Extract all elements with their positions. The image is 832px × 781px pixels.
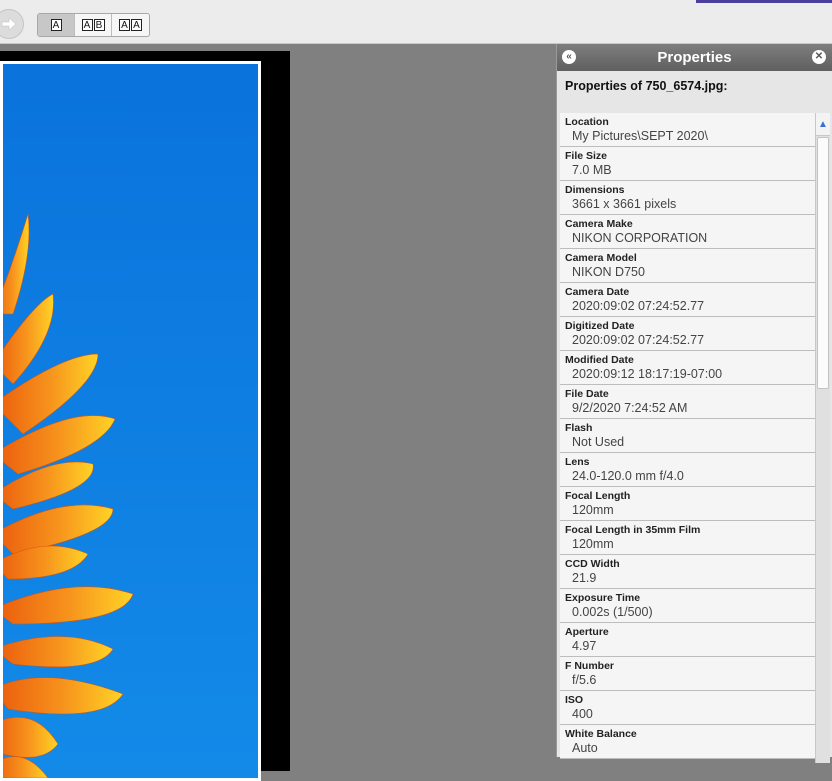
property-lens: Lens 24.0-120.0 mm f/4.0 bbox=[560, 453, 817, 487]
property-value: 0.002s (1/500) bbox=[572, 605, 653, 619]
photo-frame bbox=[0, 51, 290, 781]
close-icon[interactable]: ✕ bbox=[812, 50, 826, 64]
property-label: Focal Length bbox=[565, 490, 631, 502]
property-label: Focal Length in 35mm Film bbox=[565, 524, 701, 536]
sunflower-image bbox=[3, 64, 258, 778]
scroll-thumb[interactable] bbox=[817, 137, 829, 389]
property-value: 2020:09:12 18:17:19-07:00 bbox=[572, 367, 723, 381]
property-value: 400 bbox=[572, 707, 593, 721]
property-iso: ISO 400 bbox=[560, 691, 817, 725]
property-camera-date: Camera Date 2020:09:02 07:24:52.77 bbox=[560, 283, 817, 317]
layout-duplicate-button[interactable]: AA bbox=[112, 14, 149, 36]
property-value: 2020:09:02 07:24:52.77 bbox=[572, 333, 705, 347]
property-label: File Size bbox=[565, 150, 608, 162]
properties-scrollbar[interactable]: ▲ bbox=[815, 113, 830, 763]
property-value: 21.9 bbox=[572, 571, 597, 585]
layout-letter: B bbox=[93, 19, 105, 31]
panel-header: « Properties ✕ bbox=[557, 44, 832, 71]
property-label: CCD Width bbox=[565, 558, 620, 570]
photo[interactable] bbox=[0, 61, 261, 781]
properties-subheader: Properties of 750_6574.jpg: bbox=[557, 71, 832, 112]
property-location: Location My Pictures\SEPT 2020\ bbox=[560, 113, 817, 147]
property-label: File Date bbox=[565, 388, 609, 400]
property-label: Digitized Date bbox=[565, 320, 635, 332]
property-value: My Pictures\SEPT 2020\ bbox=[572, 129, 708, 143]
property-digitized-date: Digitized Date 2020:09:02 07:24:52.77 bbox=[560, 317, 817, 351]
double-chevron-left-icon[interactable]: « bbox=[562, 50, 576, 64]
property-label: Exposure Time bbox=[565, 592, 641, 604]
panel-title: Properties bbox=[657, 49, 732, 66]
property-label: Aperture bbox=[565, 626, 609, 638]
property-focal-length: Focal Length 120mm bbox=[560, 487, 817, 521]
property-label: Camera Model bbox=[565, 252, 637, 264]
property-value: 7.0 MB bbox=[572, 163, 612, 177]
property-aperture: Aperture 4.97 bbox=[560, 623, 817, 657]
property-value: 4.97 bbox=[572, 639, 597, 653]
property-file-date: File Date 9/2/2020 7:24:52 AM bbox=[560, 385, 817, 419]
property-value: 120mm bbox=[572, 537, 614, 551]
layout-single-button[interactable]: A bbox=[38, 14, 75, 36]
property-flash: Flash Not Used bbox=[560, 419, 817, 453]
property-exposure-time: Exposure Time 0.002s (1/500) bbox=[560, 589, 817, 623]
property-ccd-width: CCD Width 21.9 bbox=[560, 555, 817, 589]
layout-letter: A bbox=[50, 19, 62, 31]
properties-panel: « Properties ✕ Properties of 750_6574.jp… bbox=[556, 44, 832, 763]
property-value: 9/2/2020 7:24:52 AM bbox=[572, 401, 688, 415]
property-f-number: F Number f/5.6 bbox=[560, 657, 817, 691]
property-label: Modified Date bbox=[565, 354, 634, 366]
property-label: Flash bbox=[565, 422, 593, 434]
property-value: 2020:09:02 07:24:52.77 bbox=[572, 299, 705, 313]
property-dimensions: Dimensions 3661 x 3661 pixels bbox=[560, 181, 817, 215]
property-label: Camera Date bbox=[565, 286, 630, 298]
property-label: F Number bbox=[565, 660, 615, 672]
property-white-balance: White Balance Auto bbox=[560, 725, 817, 759]
arrow-right-icon bbox=[1, 17, 17, 31]
layout-toggle-group: A AB AA bbox=[37, 13, 150, 37]
property-camera-make: Camera Make NIKON CORPORATION bbox=[560, 215, 817, 249]
image-viewer[interactable] bbox=[0, 45, 556, 781]
property-label: Location bbox=[565, 116, 609, 128]
property-label: ISO bbox=[565, 694, 584, 706]
layout-letter: A bbox=[81, 19, 93, 31]
property-value: Auto bbox=[572, 741, 598, 755]
property-camera-model: Camera Model NIKON D750 bbox=[560, 249, 817, 283]
layout-letter: A bbox=[131, 19, 142, 31]
property-value: 24.0-120.0 mm f/4.0 bbox=[572, 469, 684, 483]
property-label: White Balance bbox=[565, 728, 637, 740]
layout-compare-button[interactable]: AB bbox=[75, 14, 112, 36]
property-modified-date: Modified Date 2020:09:12 18:17:19-07:00 bbox=[560, 351, 817, 385]
property-value: NIKON D750 bbox=[572, 265, 645, 279]
property-value: Not Used bbox=[572, 435, 625, 449]
property-label: Camera Make bbox=[565, 218, 633, 230]
property-label: Lens bbox=[565, 456, 590, 468]
scroll-up-arrow-icon[interactable]: ▲ bbox=[816, 113, 830, 136]
forward-button[interactable] bbox=[0, 9, 24, 39]
properties-list[interactable]: Location My Pictures\SEPT 2020\ File Siz… bbox=[560, 113, 817, 763]
property-value: NIKON CORPORATION bbox=[572, 231, 708, 245]
layout-letter: A bbox=[119, 19, 130, 31]
property-label: Dimensions bbox=[565, 184, 625, 196]
accent-line bbox=[696, 0, 832, 3]
property-value: f/5.6 bbox=[572, 673, 597, 687]
property-value: 120mm bbox=[572, 503, 614, 517]
property-file-size: File Size 7.0 MB bbox=[560, 147, 817, 181]
toolbar: A AB AA bbox=[0, 0, 832, 44]
property-focal-length-35mm: Focal Length in 35mm Film 120mm bbox=[560, 521, 817, 555]
property-value: 3661 x 3661 pixels bbox=[572, 197, 677, 211]
